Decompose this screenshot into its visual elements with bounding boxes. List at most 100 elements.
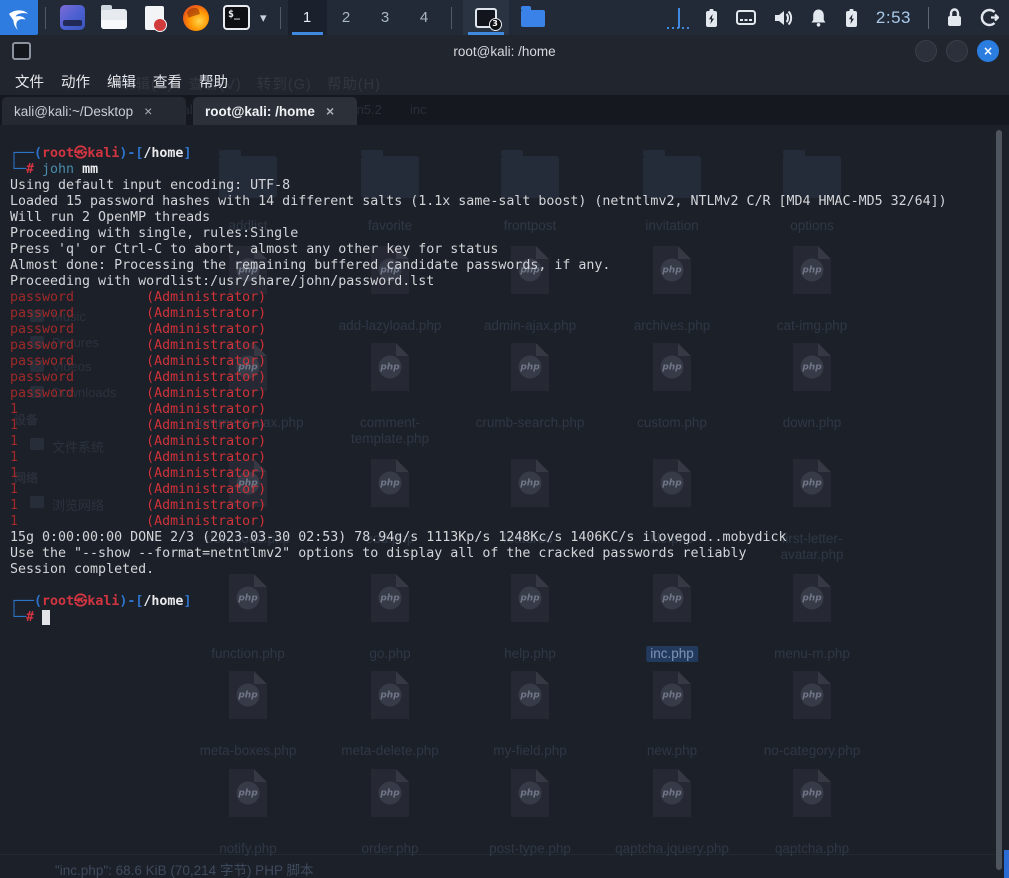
ghost-file-label: order.php bbox=[315, 841, 465, 857]
terminal-line: └─# john mm bbox=[10, 162, 947, 178]
terminal-line: password (Administrator) bbox=[10, 306, 947, 322]
clock[interactable]: 2:53 bbox=[876, 8, 911, 28]
ghost-php-badge: php bbox=[801, 782, 824, 805]
window-icon bbox=[60, 5, 85, 30]
workspace-button-1[interactable]: 1 bbox=[288, 0, 327, 35]
menu-item-0[interactable]: 文件 bbox=[15, 71, 44, 92]
terminal-line: Use the "--show --format=netntlmv2" opti… bbox=[10, 546, 947, 562]
ghost-php-badge: php bbox=[801, 684, 824, 707]
tab-label: kali@kali:~/Desktop bbox=[14, 104, 133, 119]
chevron-down-icon[interactable]: ▾ bbox=[260, 10, 267, 26]
launcher-group: $_ ▾ bbox=[53, 4, 273, 31]
panel-separator bbox=[280, 7, 281, 29]
bell-icon[interactable] bbox=[810, 8, 827, 27]
ghost-php-file-icon: php bbox=[511, 671, 549, 719]
terminal-line: 1 (Administrator) bbox=[10, 514, 947, 530]
ghost-file-label: go.php bbox=[315, 646, 465, 662]
lock-icon[interactable] bbox=[946, 8, 963, 27]
ghost-php-fold bbox=[536, 671, 549, 684]
terminal-scrollbar[interactable] bbox=[996, 130, 1002, 870]
workspace-button-2[interactable]: 2 bbox=[327, 0, 366, 35]
kali-menu-button[interactable] bbox=[0, 0, 38, 35]
ghost-php-file-icon: php bbox=[793, 769, 831, 817]
terminal-window-icon: 3 bbox=[475, 8, 497, 28]
ghost-php-fold bbox=[536, 769, 549, 782]
file-manager-launcher[interactable] bbox=[100, 4, 127, 31]
firefox-icon bbox=[183, 5, 209, 31]
ghost-php-badge: php bbox=[237, 684, 260, 707]
terminal-line: password (Administrator) bbox=[10, 322, 947, 338]
ghost-file-label: no-category.php bbox=[737, 743, 887, 759]
ghost-file-label: qaptcha.jquery.php bbox=[597, 841, 747, 857]
workspace-pager: 1234 bbox=[288, 0, 444, 35]
battery-charging-icon[interactable] bbox=[844, 8, 859, 28]
menu-item-1[interactable]: 动作 bbox=[61, 71, 90, 92]
minimize-button[interactable] bbox=[915, 40, 937, 62]
ghost-php-fold bbox=[678, 671, 691, 684]
tab-close-icon[interactable]: × bbox=[326, 103, 334, 119]
terminal-line: Using default input encoding: UTF-8 bbox=[10, 178, 947, 194]
terminal-line: 1 (Administrator) bbox=[10, 482, 947, 498]
ghost-php-fold bbox=[678, 769, 691, 782]
terminal-line: password (Administrator) bbox=[10, 370, 947, 386]
tray-separator bbox=[928, 7, 929, 29]
taskbar-terminal-button[interactable]: 3 bbox=[463, 0, 509, 35]
ghost-php-file-icon: php bbox=[371, 671, 409, 719]
ghost-menu-text: 编辑(E) 查看(V) 转到(G) 帮助(H) bbox=[120, 73, 381, 94]
terminal-line: Proceeding with wordlist:/usr/share/john… bbox=[10, 274, 947, 290]
ghost-file-label: qaptcha.php bbox=[737, 841, 887, 857]
terminal-line: Loaded 15 password hashes with 14 differ… bbox=[10, 194, 947, 210]
desktop: $_▾ 1234 3 bbox=[0, 0, 1009, 878]
terminal-line bbox=[10, 578, 947, 594]
firefox-launcher[interactable] bbox=[182, 4, 209, 31]
ghost-file-label: help.php bbox=[455, 646, 605, 662]
terminal-line: ┌──(root㉿kali)-[/home] bbox=[10, 146, 947, 162]
maximize-button[interactable] bbox=[946, 40, 968, 62]
tab-0[interactable]: kali@kali:~/Desktop × bbox=[2, 97, 186, 125]
ghost-scrollbar-tip bbox=[1004, 850, 1009, 878]
folder-icon bbox=[101, 9, 127, 29]
ghost-php-badge: php bbox=[661, 684, 684, 707]
system-tray: 2:53 bbox=[673, 0, 1009, 35]
volume-icon[interactable] bbox=[773, 9, 793, 27]
terminal-output: ┌──(root㉿kali)-[/home]└─# john mmUsing d… bbox=[10, 146, 947, 626]
terminal-launcher[interactable]: $_ bbox=[223, 4, 250, 31]
workspace-button-4[interactable]: 4 bbox=[405, 0, 444, 35]
ghost-php-fold bbox=[254, 671, 267, 684]
display-icon[interactable] bbox=[736, 10, 756, 26]
ghost-php-fold bbox=[396, 671, 409, 684]
ghost-php-file-icon: php bbox=[229, 769, 267, 817]
terminal-view[interactable]: "inc.php": 68.6 KiB (70,214 字节) PHP 脚本 M… bbox=[0, 125, 1009, 878]
ghost-php-file-icon: php bbox=[653, 671, 691, 719]
ghost-statusbar-text: "inc.php": 68.6 KiB (70,214 字节) PHP 脚本 bbox=[55, 859, 313, 878]
menubar: 编辑(E) 查看(V) 转到(G) 帮助(H) 文件动作编辑查看帮助 bbox=[0, 68, 1009, 95]
workspace-button-3[interactable]: 3 bbox=[366, 0, 405, 35]
ghost-php-fold bbox=[818, 671, 831, 684]
terminal-line: password (Administrator) bbox=[10, 354, 947, 370]
close-button[interactable]: × bbox=[977, 40, 999, 62]
ghost-php-file-icon: php bbox=[229, 671, 267, 719]
ghost-file-label-selected: inc.php bbox=[646, 646, 698, 662]
ghost-php-badge: php bbox=[379, 782, 402, 805]
battery-icon[interactable] bbox=[704, 8, 719, 28]
ghost-php-fold bbox=[396, 769, 409, 782]
taskbar-folder-button[interactable] bbox=[509, 0, 557, 35]
tab-1[interactable]: root@kali: /home × bbox=[193, 97, 357, 125]
cpu-graph-icon[interactable] bbox=[673, 6, 685, 30]
tab-close-icon[interactable]: × bbox=[144, 103, 152, 119]
ghost-file-label: new.php bbox=[597, 743, 747, 759]
top-panel: $_▾ 1234 3 bbox=[0, 0, 1009, 35]
terminal-line: password (Administrator) bbox=[10, 290, 947, 306]
ghost-php-file-icon: php bbox=[371, 769, 409, 817]
window-tasklist: 3 bbox=[463, 0, 557, 35]
logout-icon[interactable] bbox=[980, 8, 999, 27]
text-editor-launcher[interactable] bbox=[141, 4, 168, 31]
terminal-line: Press 'q' or Ctrl-C to abort, almost any… bbox=[10, 242, 947, 258]
terminal-line: Almost done: Processing the remaining bu… bbox=[10, 258, 947, 274]
tab-label: root@kali: /home bbox=[205, 104, 315, 119]
ghost-php-badge: php bbox=[519, 782, 542, 805]
panel-separator bbox=[451, 7, 452, 29]
window-manager-launcher[interactable] bbox=[59, 4, 86, 31]
titlebar[interactable]: root@kali: /home × bbox=[0, 35, 1009, 68]
folder-window-icon bbox=[521, 10, 545, 27]
